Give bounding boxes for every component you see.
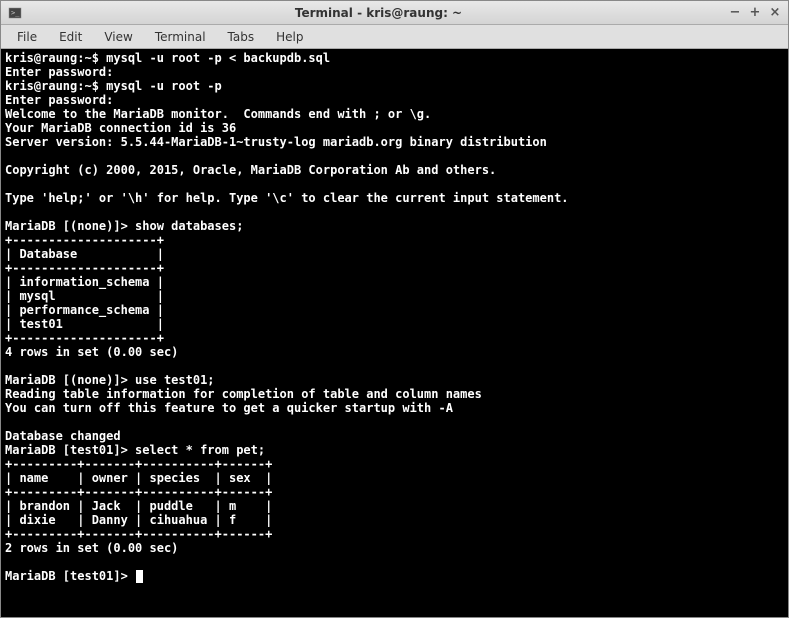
menu-view[interactable]: View	[94, 27, 142, 47]
terminal-line: 2 rows in set (0.00 sec)	[5, 541, 178, 555]
terminal-line: 4 rows in set (0.00 sec)	[5, 345, 178, 359]
terminal-line: Type 'help;' or '\h' for help. Type '\c'…	[5, 191, 569, 205]
menu-terminal[interactable]: Terminal	[145, 27, 216, 47]
menu-help[interactable]: Help	[266, 27, 313, 47]
terminal-line: +--------------------+	[5, 331, 164, 345]
terminal-line: Database changed	[5, 429, 121, 443]
terminal-line: Enter password:	[5, 93, 113, 107]
cursor-icon	[136, 570, 143, 583]
terminal-line: Copyright (c) 2000, 2015, Oracle, MariaD…	[5, 163, 496, 177]
terminal-line: Your MariaDB connection id is 36	[5, 121, 236, 135]
window-title: Terminal - kris@raung: ~	[29, 6, 728, 20]
menu-tabs[interactable]: Tabs	[218, 27, 265, 47]
titlebar: >_ Terminal - kris@raung: ~ − + ×	[1, 1, 788, 25]
menu-file[interactable]: File	[7, 27, 47, 47]
terminal-line: +---------+-------+----------+------+	[5, 527, 272, 541]
terminal-line: MariaDB [test01]> select * from pet;	[5, 443, 265, 457]
terminal-line: +---------+-------+----------+------+	[5, 485, 272, 499]
terminal-line: | name | owner | species | sex |	[5, 471, 272, 485]
maximize-button[interactable]: +	[748, 6, 762, 20]
minimize-button[interactable]: −	[728, 6, 742, 20]
terminal-line: | test01 |	[5, 317, 164, 331]
terminal-line: | dixie | Danny | cihuahua | f |	[5, 513, 272, 527]
terminal-line: Server version: 5.5.44-MariaDB-1~trusty-…	[5, 135, 547, 149]
terminal-line: You can turn off this feature to get a q…	[5, 401, 453, 415]
window-controls: − + ×	[728, 6, 782, 20]
svg-text:>_: >_	[11, 9, 20, 17]
terminal-window: >_ Terminal - kris@raung: ~ − + × File E…	[0, 0, 789, 618]
terminal-line: | performance_schema |	[5, 303, 164, 317]
terminal-prompt: MariaDB [test01]>	[5, 569, 135, 583]
terminal-line: MariaDB [(none)]> show databases;	[5, 219, 243, 233]
menu-edit[interactable]: Edit	[49, 27, 92, 47]
terminal-line: kris@raung:~$ mysql -u root -p	[5, 79, 222, 93]
terminal-line: +--------------------+	[5, 233, 164, 247]
terminal-line: | brandon | Jack | puddle | m |	[5, 499, 272, 513]
terminal-line: Reading table information for completion…	[5, 387, 482, 401]
menubar: File Edit View Terminal Tabs Help	[1, 25, 788, 49]
terminal-line: kris@raung:~$ mysql -u root -p < backupd…	[5, 51, 330, 65]
terminal-line: | Database |	[5, 247, 164, 261]
close-button[interactable]: ×	[768, 6, 782, 20]
terminal-line: +--------------------+	[5, 261, 164, 275]
terminal-line: | information_schema |	[5, 275, 164, 289]
terminal-icon: >_	[7, 5, 23, 21]
terminal-output[interactable]: kris@raung:~$ mysql -u root -p < backupd…	[1, 49, 788, 617]
terminal-line: MariaDB [(none)]> use test01;	[5, 373, 215, 387]
terminal-line: Welcome to the MariaDB monitor. Commands…	[5, 107, 431, 121]
terminal-line: +---------+-------+----------+------+	[5, 457, 272, 471]
terminal-line: Enter password:	[5, 65, 113, 79]
terminal-line: | mysql |	[5, 289, 164, 303]
